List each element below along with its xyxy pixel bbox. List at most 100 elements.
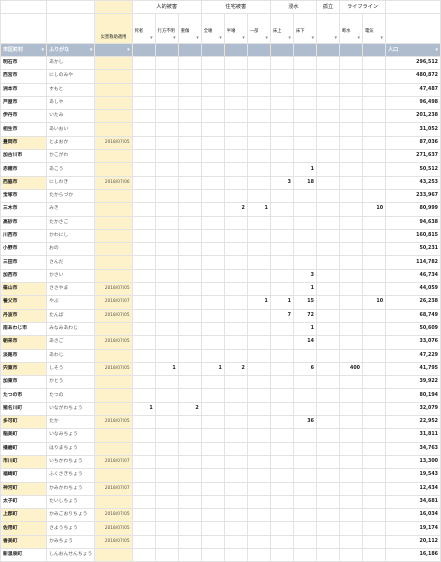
value-cell[interactable] [315,282,340,297]
value-cell[interactable] [362,321,387,337]
city-cell[interactable]: 佐用町 [0,521,48,536]
value-cell[interactable] [200,109,225,124]
value-cell[interactable] [154,162,179,177]
value-cell[interactable] [177,534,202,549]
value-cell[interactable] [315,55,340,71]
value-cell[interactable] [246,255,271,270]
saigai-date-cell[interactable] [94,388,133,403]
population-cell[interactable]: 50,512 [385,162,441,177]
value-cell[interactable] [154,321,179,337]
saigai-date-cell[interactable] [94,375,133,390]
value-cell[interactable] [362,481,387,496]
city-cell[interactable]: 加東市 [0,375,48,390]
saigai-date-cell[interactable] [94,215,133,230]
population-cell[interactable]: 480,872 [385,69,441,84]
value-cell[interactable] [338,228,364,244]
city-cell[interactable]: 加西市 [0,268,48,284]
value-cell[interactable] [154,481,179,496]
value-cell[interactable] [269,282,294,297]
value-cell[interactable] [338,308,364,323]
value-cell[interactable] [362,215,387,230]
value-cell[interactable] [269,415,294,430]
value-cell[interactable] [292,188,317,204]
value-cell[interactable] [223,375,248,390]
value-cell[interactable] [362,135,387,151]
value-cell[interactable] [223,494,248,510]
value-cell[interactable] [223,149,248,164]
saigai-date-cell[interactable] [94,202,133,217]
value-cell[interactable] [315,361,340,377]
value-cell[interactable] [223,109,248,124]
value-cell[interactable] [362,547,387,562]
value-cell[interactable] [177,295,202,310]
value-cell[interactable] [292,521,317,536]
filter-icon[interactable]: ▾ [196,35,199,41]
value-cell[interactable] [131,321,156,337]
value-cell[interactable] [362,468,387,483]
value-cell[interactable]: 7 [269,308,294,323]
value-cell[interactable]: 1 [292,282,317,297]
saigai-date-cell[interactable] [94,441,133,456]
value-cell[interactable] [315,335,340,350]
value-cell[interactable] [338,481,364,496]
value-cell[interactable] [177,388,202,403]
value-cell[interactable] [338,415,364,430]
value-cell[interactable] [131,295,156,310]
value-cell[interactable] [292,255,317,270]
population-cell[interactable]: 233,967 [385,188,441,204]
value-cell[interactable] [154,228,179,244]
kana-cell[interactable]: ふくさきちょう [46,468,96,483]
value-cell[interactable] [154,388,179,403]
kana-cell[interactable]: さようちょう [46,521,96,536]
city-cell[interactable]: 新温泉町 [0,547,48,562]
value-cell[interactable] [292,494,317,510]
city-cell[interactable]: 川西市 [0,228,48,244]
value-cell[interactable] [154,95,179,111]
value-cell[interactable] [362,82,387,97]
kana-cell[interactable]: あかし [46,55,96,71]
value-cell[interactable] [131,242,156,257]
value-cell[interactable] [223,547,248,562]
value-cell[interactable] [177,375,202,390]
value-cell[interactable] [292,441,317,456]
saigai-date-cell[interactable]: 2018/07/05 [94,534,133,549]
value-cell[interactable] [269,162,294,177]
kana-cell[interactable]: いちかわちょう [46,454,96,470]
filter-icon[interactable]: ▾ [358,35,361,41]
saigai-date-cell[interactable] [94,95,133,111]
value-cell[interactable] [315,95,340,111]
value-cell[interactable] [362,508,387,523]
value-cell[interactable] [200,188,225,204]
value-cell[interactable] [338,468,364,483]
value-cell[interactable] [223,415,248,430]
value-cell[interactable] [200,481,225,496]
value-cell[interactable] [200,454,225,470]
value-cell[interactable] [246,122,271,137]
sub-col-header[interactable]: ▾ [315,13,340,44]
value-cell[interactable] [131,282,156,297]
population-cell[interactable]: 271,637 [385,149,441,164]
filter-icon[interactable]: ▾ [219,35,222,41]
value-cell[interactable] [154,295,179,310]
value-cell[interactable] [154,55,179,71]
city-cell[interactable]: 稲美町 [0,428,48,443]
value-cell[interactable] [315,228,340,244]
value-cell[interactable] [338,242,364,257]
value-cell[interactable] [223,388,248,403]
value-cell[interactable] [315,468,340,483]
kana-cell[interactable]: いながわちょう [46,401,96,417]
value-cell[interactable] [154,335,179,350]
value-cell[interactable] [177,361,202,377]
value-cell[interactable] [200,521,225,536]
value-cell[interactable] [154,428,179,443]
value-cell[interactable] [177,415,202,430]
population-cell[interactable]: 22,952 [385,415,441,430]
filter-icon[interactable]: ▾ [288,35,291,41]
city-cell[interactable]: 香美町 [0,534,48,549]
value-cell[interactable] [154,454,179,470]
filter-icon[interactable]: ▾ [242,35,245,41]
filter-icon[interactable]: ▾ [127,45,130,56]
value-cell[interactable] [246,375,271,390]
value-cell[interactable] [223,215,248,230]
value-cell[interactable] [269,454,294,470]
